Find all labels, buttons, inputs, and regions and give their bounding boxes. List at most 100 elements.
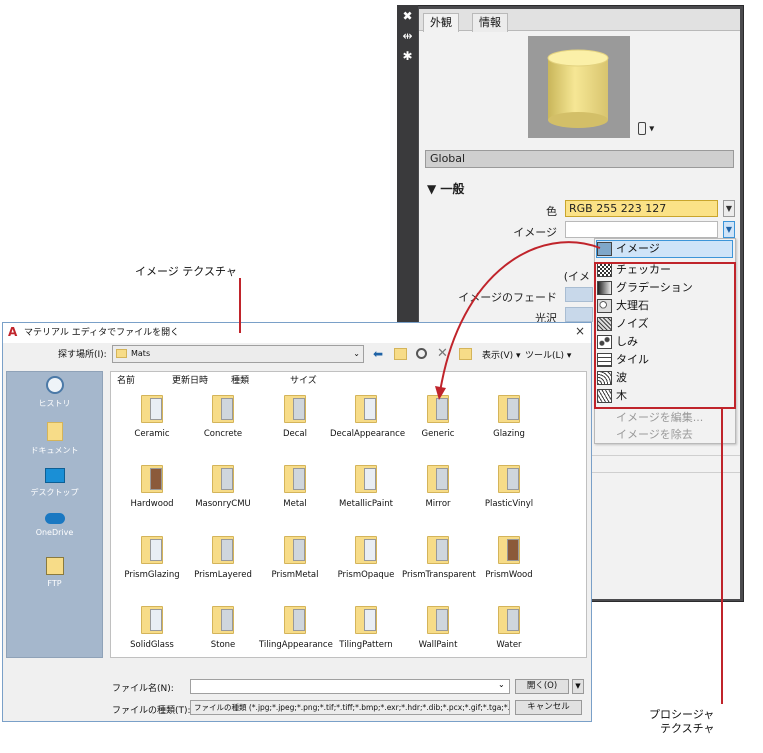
file-item[interactable]: Generic xyxy=(402,395,474,439)
file-item[interactable]: PrismMetal xyxy=(259,536,331,580)
open-button[interactable]: 開く(O) xyxy=(515,679,569,694)
ftp-icon xyxy=(45,557,64,575)
pin-icon[interactable]: ⇹ xyxy=(400,29,415,44)
section-general-header[interactable]: ▼ 一般 xyxy=(427,180,464,197)
column-type[interactable]: 種類 xyxy=(231,373,249,386)
filetype-label: ファイルの種類(T): xyxy=(112,706,191,716)
column-name[interactable]: 名前 xyxy=(117,373,135,386)
chevron-down-icon[interactable]: ⌄ xyxy=(498,680,505,689)
place-documents[interactable]: ドキュメント xyxy=(7,422,102,456)
file-item[interactable]: WallPaint xyxy=(402,606,474,650)
file-folder-icon xyxy=(498,536,520,564)
file-item[interactable]: Stone xyxy=(187,606,259,650)
image-fade-field[interactable] xyxy=(565,287,593,302)
file-item[interactable]: PrismWood xyxy=(473,536,545,580)
image-label: イメージ xyxy=(513,226,557,239)
file-item[interactable]: MetallicPaint xyxy=(330,465,402,509)
tools-menu[interactable]: ツール(L) ▾ xyxy=(525,348,571,361)
file-folder-icon xyxy=(141,395,163,423)
file-folder-icon xyxy=(284,536,306,564)
image-fade-label: イメージのフェード xyxy=(458,291,557,304)
place-desktop[interactable]: デスクトップ xyxy=(7,468,102,498)
file-item[interactable]: TilingPattern xyxy=(330,606,402,650)
new-folder-icon[interactable] xyxy=(459,348,472,360)
file-name: Metal xyxy=(283,499,307,509)
file-folder-icon xyxy=(355,536,377,564)
image-texture-callout: イメージ テクスチャ xyxy=(135,265,237,278)
file-item[interactable]: Ceramic xyxy=(116,395,188,439)
file-item[interactable]: MasonryCMU xyxy=(187,465,259,509)
look-in-select[interactable]: Mats ⌄ xyxy=(112,345,364,363)
up-folder-icon[interactable] xyxy=(394,348,407,360)
color-value-field[interactable]: RGB 255 223 127 xyxy=(565,200,718,217)
close-icon[interactable]: ✖ xyxy=(400,9,415,24)
file-name: PrismWood xyxy=(485,570,533,580)
gloss-field[interactable] xyxy=(565,307,593,322)
preview-options-button[interactable]: ▾ xyxy=(638,122,654,135)
file-name: WallPaint xyxy=(418,640,458,650)
cylinder-preview-icon xyxy=(547,49,609,128)
filename-input[interactable] xyxy=(190,679,510,694)
tab-appearance[interactable]: 外観 xyxy=(423,13,459,32)
open-options-button[interactable]: ▼ xyxy=(572,679,584,694)
menu-item-image-label[interactable]: イメージ xyxy=(597,241,660,257)
image-dropdown-button[interactable]: ▼ xyxy=(723,221,735,238)
search-icon[interactable] xyxy=(416,348,427,359)
preview-shape-icon xyxy=(638,122,646,135)
cloud-icon xyxy=(44,513,65,524)
color-label: 色 xyxy=(546,205,557,218)
file-name: Water xyxy=(496,640,522,650)
file-name: Hardwood xyxy=(130,499,174,509)
file-item[interactable]: Glazing xyxy=(473,395,545,439)
file-item[interactable]: PrismLayered xyxy=(187,536,259,580)
file-name: DecalAppearance xyxy=(330,429,406,439)
file-item[interactable]: PrismOpaque xyxy=(330,536,402,580)
file-item[interactable]: Water xyxy=(473,606,545,650)
file-item[interactable]: Metal xyxy=(259,465,331,509)
file-folder-icon xyxy=(141,536,163,564)
file-item[interactable]: DecalAppearance xyxy=(330,395,406,439)
view-menu[interactable]: 表示(V) ▾ xyxy=(482,348,521,361)
file-folder-icon xyxy=(427,606,449,634)
chevron-down-icon: ⌄ xyxy=(353,349,360,358)
clock-icon xyxy=(45,376,64,394)
place-history[interactable]: ヒストリ xyxy=(7,376,102,409)
look-in-label: 探す場所(I): xyxy=(58,350,107,360)
settings-icon[interactable]: ✱ xyxy=(400,49,415,64)
file-folder-icon xyxy=(141,465,163,493)
color-dropdown-button[interactable]: ▼ xyxy=(723,200,735,217)
file-item[interactable]: Concrete xyxy=(187,395,259,439)
file-name: Ceramic xyxy=(134,429,170,439)
place-onedrive[interactable]: OneDrive xyxy=(7,513,102,537)
image-icon xyxy=(597,242,612,256)
cancel-button[interactable]: キャンセル xyxy=(515,700,582,715)
file-item[interactable]: Hardwood xyxy=(116,465,188,509)
file-folder-icon xyxy=(427,395,449,423)
close-button[interactable]: × xyxy=(575,324,585,338)
callout-line xyxy=(239,278,241,333)
column-size[interactable]: サイズ xyxy=(290,373,317,386)
file-folder-icon xyxy=(212,606,234,634)
file-item[interactable]: PlasticVinyl xyxy=(473,465,545,509)
file-folder-icon xyxy=(212,465,234,493)
file-name: MetallicPaint xyxy=(339,499,393,509)
file-item[interactable]: SolidGlass xyxy=(116,606,188,650)
delete-icon[interactable]: ✕ xyxy=(437,347,450,360)
file-item[interactable]: PrismGlazing xyxy=(116,536,188,580)
material-name-field[interactable]: Global xyxy=(425,150,734,168)
back-icon[interactable]: ⬅ xyxy=(373,348,386,360)
file-name: Mirror xyxy=(425,499,451,509)
file-item[interactable]: TilingAppearance xyxy=(259,606,333,650)
file-item[interactable]: PrismTransparent xyxy=(402,536,476,580)
file-name: PrismTransparent xyxy=(402,570,476,580)
file-item[interactable]: Decal xyxy=(259,395,331,439)
filetype-select[interactable]: ファイルの種類 (*.jpg;*.jpeg;*.png;*.tif;*.tiff… xyxy=(190,700,510,715)
tab-information[interactable]: 情報 xyxy=(472,13,508,32)
place-ftp[interactable]: FTP xyxy=(7,557,102,588)
column-modified[interactable]: 更新日時 xyxy=(172,373,208,386)
file-item[interactable]: Mirror xyxy=(402,465,474,509)
procedural-highlight-box xyxy=(594,262,736,409)
menu-item-edit-image: イメージを編集... xyxy=(616,411,704,424)
folder-icon xyxy=(116,349,127,358)
image-value-field[interactable] xyxy=(565,221,718,238)
